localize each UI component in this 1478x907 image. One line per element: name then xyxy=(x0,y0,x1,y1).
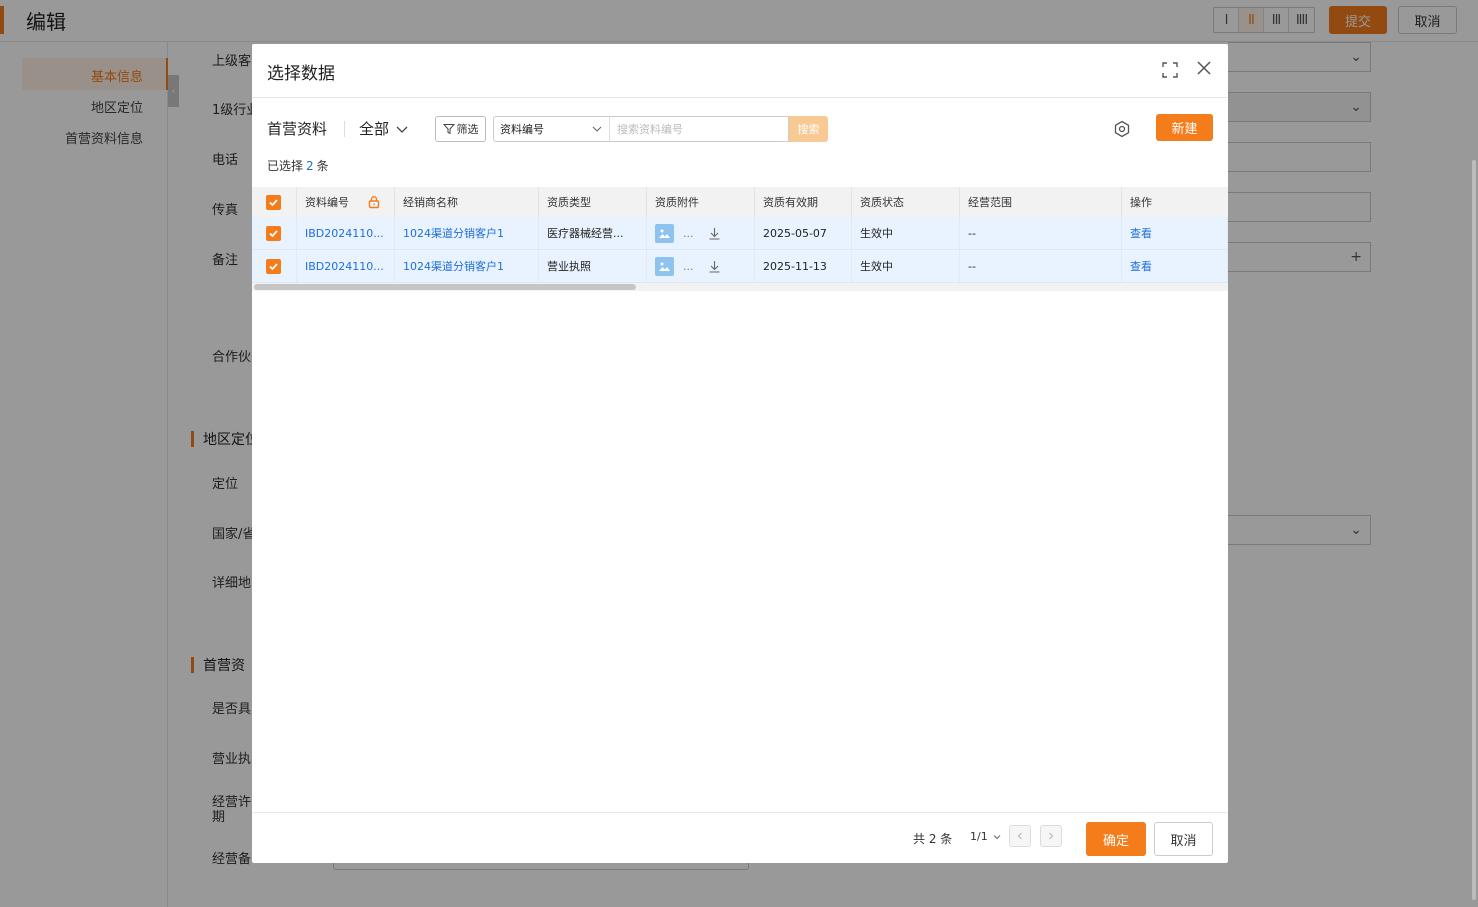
list-title: 首营资料 xyxy=(267,120,328,138)
image-thumbnail-icon[interactable] xyxy=(655,256,674,276)
confirm-button[interactable]: 确定 xyxy=(1086,822,1146,856)
header-cell-attachment[interactable]: 资质附件 xyxy=(647,187,755,217)
next-page-button[interactable] xyxy=(1040,825,1062,847)
select-all-checkbox[interactable] xyxy=(266,194,281,210)
row-checkbox[interactable] xyxy=(266,225,281,241)
qualification-status: 生效中 xyxy=(852,250,960,282)
filter-label: 筛选 xyxy=(456,123,479,136)
dialog-title: 选择数据 xyxy=(267,64,335,84)
selected-summary: 已选择 2 条 xyxy=(267,157,329,174)
more-attachments[interactable]: ... xyxy=(683,260,694,273)
business-scope: -- xyxy=(960,250,1122,282)
download-icon[interactable] xyxy=(708,260,721,273)
horizontal-scrollbar[interactable] xyxy=(252,283,1228,291)
header-cell-status[interactable]: 资质状态 xyxy=(852,187,960,217)
table-row[interactable]: IBD2024110... 1024渠道分销客户1 医疗器械经营... ... … xyxy=(252,217,1228,250)
settings-icon[interactable] xyxy=(1112,119,1132,139)
search-input[interactable]: 搜索资料编号 xyxy=(609,116,789,142)
total-count: 共 2 条 xyxy=(913,832,953,846)
qualification-status: 生效中 xyxy=(852,217,960,249)
scope-value: 全部 xyxy=(359,120,390,138)
close-icon[interactable] xyxy=(1194,58,1214,78)
chevron-down-icon xyxy=(993,834,1001,839)
scrollbar-thumb[interactable] xyxy=(254,284,636,290)
attachment-cell: ... xyxy=(647,217,755,249)
table-row[interactable]: IBD2024110... 1024渠道分销客户1 营业执照 ... 2025-… xyxy=(252,250,1228,283)
checkmark-icon xyxy=(269,262,278,270)
chevron-down-icon xyxy=(592,126,602,132)
image-thumbnail-icon[interactable] xyxy=(655,223,674,243)
row-checkbox[interactable] xyxy=(266,258,281,274)
header-cell-code[interactable]: 资料编号 xyxy=(297,187,395,217)
header-cell-select xyxy=(252,187,297,217)
prev-page-button[interactable] xyxy=(1009,825,1031,847)
header-cell-action[interactable]: 操作 xyxy=(1122,187,1228,217)
dialog-header: 选择数据 xyxy=(252,44,1228,98)
chevron-left-icon xyxy=(1017,832,1022,840)
header-cell-expiry[interactable]: 资质有效期 xyxy=(755,187,852,217)
toolbar-divider xyxy=(344,121,345,137)
download-icon[interactable] xyxy=(708,227,721,240)
new-button[interactable]: 新建 xyxy=(1156,114,1213,141)
header-cell-type[interactable]: 资质类型 xyxy=(539,187,647,217)
dialog-footer: 共 2 条 1/1 确定 取消 xyxy=(252,812,1228,863)
page-scrollbar[interactable] xyxy=(1472,160,1476,900)
row-select-cell xyxy=(252,250,297,282)
row-select-cell xyxy=(252,217,297,249)
view-link[interactable]: 查看 xyxy=(1122,250,1228,282)
chevron-down-icon xyxy=(396,126,408,133)
qualification-type: 医疗器械经营... xyxy=(539,217,647,249)
checkmark-icon xyxy=(269,198,278,206)
selected-suffix: 条 xyxy=(316,159,329,173)
filter-icon xyxy=(442,124,455,135)
column-header: 资料编号 xyxy=(305,196,349,209)
data-table: 资料编号 经销商名称 资质类型 资质附件 资质有效期 资质状态 经营范围 操作 … xyxy=(252,187,1228,291)
header-cell-dealer[interactable]: 经销商名称 xyxy=(395,187,539,217)
page-select[interactable]: 1/1 xyxy=(970,830,1002,843)
page-value: 1/1 xyxy=(970,830,988,843)
expiry-date: 2025-11-13 xyxy=(755,250,852,282)
filter-button[interactable]: 筛选 xyxy=(435,116,486,142)
scope-select[interactable]: 全部 xyxy=(359,118,409,139)
select-data-dialog: 选择数据 首营资料 全部 筛选 资料编号 搜索资料编号 搜索 新建 已选择 2 条 xyxy=(252,44,1228,863)
checkmark-icon xyxy=(269,229,278,237)
expiry-date: 2025-05-07 xyxy=(755,217,852,249)
search-field-select[interactable]: 资料编号 xyxy=(493,116,609,142)
selected-count: 2 xyxy=(306,159,314,173)
selected-prefix: 已选择 xyxy=(267,159,304,173)
qualification-type: 营业执照 xyxy=(539,250,647,282)
record-code-link[interactable]: IBD2024110... xyxy=(297,217,395,249)
view-link[interactable]: 查看 xyxy=(1122,217,1228,249)
table-header: 资料编号 经销商名称 资质类型 资质附件 资质有效期 资质状态 经营范围 操作 xyxy=(252,187,1228,217)
search-field-value: 资料编号 xyxy=(500,123,544,136)
dealer-name-link[interactable]: 1024渠道分销客户1 xyxy=(395,250,539,282)
header-cell-scope[interactable]: 经营范围 xyxy=(960,187,1122,217)
lock-icon[interactable] xyxy=(367,195,381,209)
fullscreen-icon[interactable] xyxy=(1160,60,1180,80)
more-attachments[interactable]: ... xyxy=(683,227,694,240)
attachment-cell: ... xyxy=(647,250,755,282)
dialog-cancel-button[interactable]: 取消 xyxy=(1154,822,1213,856)
record-code-link[interactable]: IBD2024110... xyxy=(297,250,395,282)
dealer-name-link[interactable]: 1024渠道分销客户1 xyxy=(395,217,539,249)
business-scope: -- xyxy=(960,217,1122,249)
chevron-right-icon xyxy=(1049,832,1054,840)
search-button[interactable]: 搜索 xyxy=(789,116,828,142)
